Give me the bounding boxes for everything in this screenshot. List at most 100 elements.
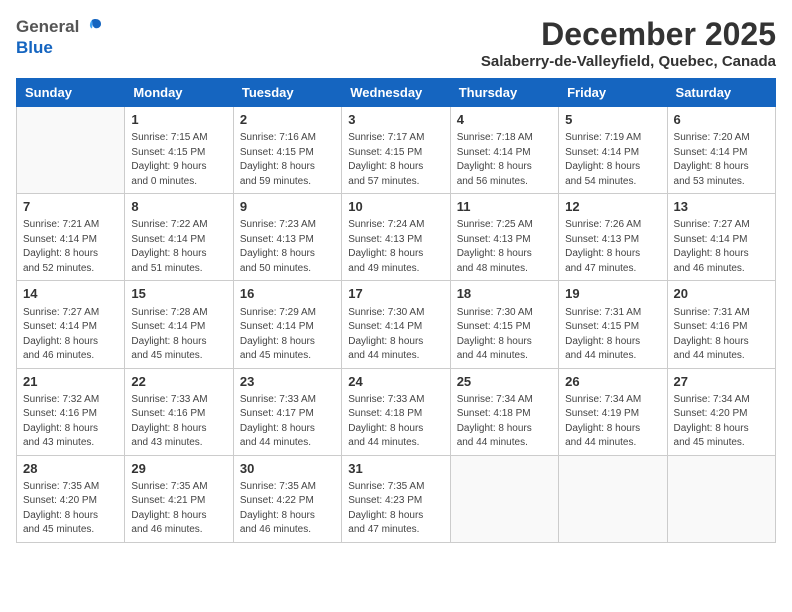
calendar-cell: 22 Sunrise: 7:33 AM Sunset: 4:16 PM Dayli… [125,368,233,455]
calendar-cell: 26 Sunrise: 7:34 AM Sunset: 4:19 PM Dayli… [559,368,667,455]
day-info: Sunrise: 7:34 AM Sunset: 4:19 PM Dayligh… [565,393,660,451]
day-number: 31 [348,460,443,478]
calendar-cell: 8 Sunrise: 7:22 AM Sunset: 4:14 PM Daylig… [125,194,233,281]
day-number: 23 [240,373,335,391]
day-number: 5 [565,111,660,129]
calendar-cell: 19Sunrise: 7:31 AM Sunset: 4:15 PM Dayli… [559,281,667,368]
calendar-cell: 25Sunrise: 7:34 AM Sunset: 4:18 PM Dayli… [450,368,558,455]
day-number: 27 [674,373,769,391]
day-info: Sunrise: 7:33 AM Sunset: 4:16 PM Dayligh… [131,393,226,451]
weekday-header-wednesday: Wednesday [342,79,450,107]
calendar-cell: 30 Sunrise: 7:35 AM Sunset: 4:22 PM Dayli… [233,455,341,542]
calendar-cell: 20Sunrise: 7:31 AM Sunset: 4:16 PM Dayli… [667,281,775,368]
weekday-header-thursday: Thursday [450,79,558,107]
day-number: 22 [131,373,226,391]
day-info: Sunrise: 7:23 AM Sunset: 4:13 PM Dayligh… [240,218,335,276]
calendar-cell: 1Sunrise: 7:15 AM Sunset: 4:15 PM Daylig… [125,107,233,194]
day-info: Sunrise: 7:20 AM Sunset: 4:14 PM Dayligh… [674,131,769,189]
day-info: Sunrise: 7:22 AM Sunset: 4:14 PM Dayligh… [131,218,226,276]
week-row-1: 1Sunrise: 7:15 AM Sunset: 4:15 PM Daylig… [17,107,776,194]
day-number: 17 [348,285,443,303]
calendar-cell: 5 Sunrise: 7:19 AM Sunset: 4:14 PM Daylig… [559,107,667,194]
day-info: Sunrise: 7:17 AM Sunset: 4:15 PM Dayligh… [348,131,443,189]
day-info: Sunrise: 7:15 AM Sunset: 4:15 PM Dayligh… [131,131,226,189]
calendar-cell: 4 Sunrise: 7:18 AM Sunset: 4:14 PM Daylig… [450,107,558,194]
calendar-cell: 23 Sunrise: 7:33 AM Sunset: 4:17 PM Dayli… [233,368,341,455]
day-number: 7 [23,198,118,216]
day-number: 21 [23,373,118,391]
day-number: 2 [240,111,335,129]
calendar-cell [559,455,667,542]
calendar-cell: 21 Sunrise: 7:32 AM Sunset: 4:16 PM Dayli… [17,368,125,455]
day-info: Sunrise: 7:30 AM Sunset: 4:14 PM Dayligh… [348,306,443,364]
day-info: Sunrise: 7:25 AM Sunset: 4:13 PM Dayligh… [457,218,552,276]
calendar-cell: 17 Sunrise: 7:30 AM Sunset: 4:14 PM Dayli… [342,281,450,368]
logo: General Blue [16,16,103,58]
day-info: Sunrise: 7:28 AM Sunset: 4:14 PM Dayligh… [131,306,226,364]
day-number: 8 [131,198,226,216]
day-info: Sunrise: 7:24 AM Sunset: 4:13 PM Dayligh… [348,218,443,276]
day-number: 30 [240,460,335,478]
day-number: 13 [674,198,769,216]
day-number: 29 [131,460,226,478]
day-info: Sunrise: 7:35 AM Sunset: 4:23 PM Dayligh… [348,480,443,538]
week-row-5: 28 Sunrise: 7:35 AM Sunset: 4:20 PM Dayli… [17,455,776,542]
day-info: Sunrise: 7:27 AM Sunset: 4:14 PM Dayligh… [23,306,118,364]
day-info: Sunrise: 7:35 AM Sunset: 4:20 PM Dayligh… [23,480,118,538]
calendar-cell [667,455,775,542]
day-number: 15 [131,285,226,303]
location-title: Salaberry-de-Valleyfield, Quebec, Canada [481,53,776,70]
day-info: Sunrise: 7:34 AM Sunset: 4:20 PM Dayligh… [674,393,769,451]
calendar-cell: 3 Sunrise: 7:17 AM Sunset: 4:15 PM Daylig… [342,107,450,194]
weekday-header-monday: Monday [125,79,233,107]
day-number: 18 [457,285,552,303]
day-info: Sunrise: 7:33 AM Sunset: 4:17 PM Dayligh… [240,393,335,451]
weekday-header-sunday: Sunday [17,79,125,107]
day-number: 10 [348,198,443,216]
day-info: Sunrise: 7:35 AM Sunset: 4:22 PM Dayligh… [240,480,335,538]
calendar-cell: 9 Sunrise: 7:23 AM Sunset: 4:13 PM Daylig… [233,194,341,281]
calendar-cell: 18Sunrise: 7:30 AM Sunset: 4:15 PM Dayli… [450,281,558,368]
logo-general: General [16,17,79,37]
day-info: Sunrise: 7:18 AM Sunset: 4:14 PM Dayligh… [457,131,552,189]
calendar-cell: 13Sunrise: 7:27 AM Sunset: 4:14 PM Dayli… [667,194,775,281]
calendar-cell: 7 Sunrise: 7:21 AM Sunset: 4:14 PM Daylig… [17,194,125,281]
day-number: 24 [348,373,443,391]
calendar-table: SundayMondayTuesdayWednesdayThursdayFrid… [16,78,776,543]
day-info: Sunrise: 7:26 AM Sunset: 4:13 PM Dayligh… [565,218,660,276]
day-number: 11 [457,198,552,216]
day-info: Sunrise: 7:34 AM Sunset: 4:18 PM Dayligh… [457,393,552,451]
day-number: 14 [23,285,118,303]
month-title: December 2025 [481,16,776,53]
calendar-cell: 16Sunrise: 7:29 AM Sunset: 4:14 PM Dayli… [233,281,341,368]
day-number: 16 [240,285,335,303]
weekday-header-saturday: Saturday [667,79,775,107]
calendar-cell: 15 Sunrise: 7:28 AM Sunset: 4:14 PM Dayli… [125,281,233,368]
day-number: 9 [240,198,335,216]
calendar-cell: 14 Sunrise: 7:27 AM Sunset: 4:14 PM Dayli… [17,281,125,368]
calendar-cell: 28 Sunrise: 7:35 AM Sunset: 4:20 PM Dayli… [17,455,125,542]
calendar-cell: 12Sunrise: 7:26 AM Sunset: 4:13 PM Dayli… [559,194,667,281]
week-row-4: 21 Sunrise: 7:32 AM Sunset: 4:16 PM Dayli… [17,368,776,455]
calendar-cell: 11 Sunrise: 7:25 AM Sunset: 4:13 PM Dayli… [450,194,558,281]
week-row-3: 14 Sunrise: 7:27 AM Sunset: 4:14 PM Dayli… [17,281,776,368]
calendar-cell: 27 Sunrise: 7:34 AM Sunset: 4:20 PM Dayli… [667,368,775,455]
day-info: Sunrise: 7:21 AM Sunset: 4:14 PM Dayligh… [23,218,118,276]
day-info: Sunrise: 7:32 AM Sunset: 4:16 PM Dayligh… [23,393,118,451]
day-number: 26 [565,373,660,391]
day-number: 3 [348,111,443,129]
day-info: Sunrise: 7:16 AM Sunset: 4:15 PM Dayligh… [240,131,335,189]
day-number: 28 [23,460,118,478]
day-number: 4 [457,111,552,129]
day-info: Sunrise: 7:35 AM Sunset: 4:21 PM Dayligh… [131,480,226,538]
calendar-cell: 29 Sunrise: 7:35 AM Sunset: 4:21 PM Dayli… [125,455,233,542]
day-info: Sunrise: 7:19 AM Sunset: 4:14 PM Dayligh… [565,131,660,189]
logo-bird-icon [81,16,103,38]
day-number: 6 [674,111,769,129]
day-number: 19 [565,285,660,303]
calendar-cell: 31 Sunrise: 7:35 AM Sunset: 4:23 PM Dayli… [342,455,450,542]
week-row-2: 7 Sunrise: 7:21 AM Sunset: 4:14 PM Daylig… [17,194,776,281]
calendar-cell: 10 Sunrise: 7:24 AM Sunset: 4:13 PM Dayli… [342,194,450,281]
calendar-cell: 24Sunrise: 7:33 AM Sunset: 4:18 PM Dayli… [342,368,450,455]
weekday-header-row: SundayMondayTuesdayWednesdayThursdayFrid… [17,79,776,107]
